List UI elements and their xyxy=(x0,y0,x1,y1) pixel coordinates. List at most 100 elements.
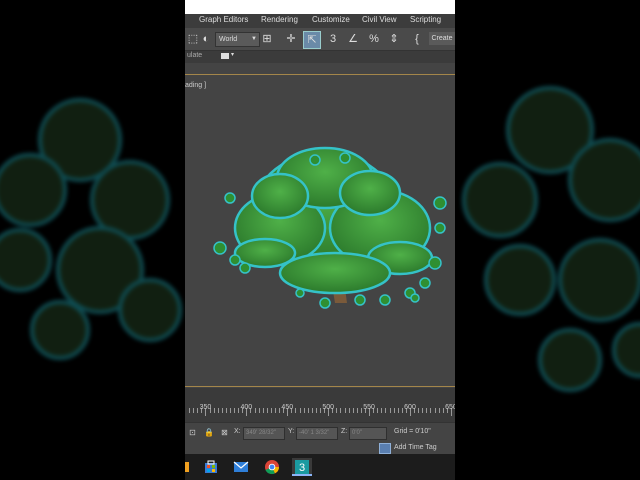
timeline-ruler[interactable]: 350 400 450 500 550 600 650 xyxy=(185,404,455,418)
x-label: X: xyxy=(234,428,241,435)
timeline-tick-label: 550 xyxy=(363,404,375,411)
timeline-tick xyxy=(254,408,256,413)
timeline-tick xyxy=(320,408,321,413)
timeline-tick xyxy=(295,408,297,413)
chevron-down-icon: ▼ xyxy=(251,36,257,42)
timeline-tick xyxy=(189,408,191,413)
y-label: Y: xyxy=(288,428,295,435)
background-blur-right xyxy=(462,86,640,392)
timeline-tick xyxy=(230,408,231,413)
timeline-tick xyxy=(348,408,350,413)
main-toolbar: ⬚ ◐ World ▼ ⊞ ✛ ⇱ 3 ∠ % ⇕ { Create xyxy=(185,28,455,51)
menu-scripting[interactable]: Scripting xyxy=(410,15,441,24)
timeline-tick xyxy=(418,408,420,413)
svg-text:3: 3 xyxy=(299,462,305,474)
absolute-mode-icon[interactable]: ⊠ xyxy=(220,428,229,437)
ribbon-chevron-icon[interactable]: ▾ xyxy=(231,51,234,58)
coord-system-value: World xyxy=(219,36,238,43)
select-manipulate-icon[interactable]: ⇱ xyxy=(303,31,321,49)
3dsmax-icon[interactable]: 3 xyxy=(292,458,312,476)
timeline-tick xyxy=(299,408,301,413)
timeline-tick xyxy=(221,408,223,413)
timeline-tick xyxy=(385,408,387,413)
y-coordinate-field[interactable]: -40' 1 3/32" xyxy=(296,427,338,440)
timeline-tick xyxy=(270,408,272,413)
timeline-tick-label: 350 xyxy=(199,404,212,411)
time-tag-icon[interactable] xyxy=(379,443,391,454)
timeline-tick xyxy=(352,408,354,413)
menu-graph-editors[interactable]: Graph Editors xyxy=(199,15,248,24)
select-object-icon[interactable]: ◐ xyxy=(198,31,214,47)
ribbon-label: ulate xyxy=(187,52,203,59)
timeline-tick-label: 450 xyxy=(281,404,294,411)
timeline-tick xyxy=(442,408,444,413)
timeline-tick xyxy=(238,408,240,413)
timeline-tick xyxy=(262,408,264,413)
menu-rendering[interactable]: Rendering xyxy=(261,15,298,24)
timeline-tick xyxy=(315,408,317,413)
timeline-tick xyxy=(393,408,395,413)
angle-snap-icon[interactable]: ∠ xyxy=(345,31,361,47)
store-icon[interactable] xyxy=(203,459,219,475)
perspective-viewport[interactable]: ading ] xyxy=(185,78,455,386)
timeline-tick xyxy=(217,408,219,413)
ribbon-toggle-icon[interactable] xyxy=(221,53,229,59)
timeline-tick xyxy=(381,408,383,413)
timeline-tick xyxy=(311,408,313,413)
mail-icon[interactable] xyxy=(233,459,249,475)
add-time-tag-button[interactable]: Add Time Tag xyxy=(394,444,437,451)
move-icon[interactable]: ✛ xyxy=(283,31,299,47)
timeline-tick-label: 500 xyxy=(322,404,335,411)
lock-icon[interactable]: 🔒 xyxy=(204,428,214,437)
timeline-tick xyxy=(377,408,379,413)
timeline-tick xyxy=(303,408,305,413)
timeline-tick xyxy=(258,408,260,413)
snap-toggle-icon[interactable]: 3 xyxy=(325,31,341,47)
percent-snap-icon[interactable]: % xyxy=(366,31,382,47)
menu-bar: Graph Editors Rendering Customize Civil … xyxy=(185,0,455,28)
timeline-tick xyxy=(356,408,358,413)
windows-taskbar: 3 xyxy=(185,454,455,480)
background-blur-left xyxy=(0,98,182,360)
timeline-tick xyxy=(275,408,276,413)
timeline-tick xyxy=(401,408,403,413)
status-bar: ⊡ 🔒 ⊠ X: 349' 28/32" Y: -40' 1 3/32" Z: … xyxy=(185,422,455,455)
pivot-center-icon[interactable]: ⊞ xyxy=(259,31,275,47)
z-label: Z: xyxy=(341,428,348,435)
timeline-tick-label: 650 xyxy=(445,404,455,411)
create-selection-set-button[interactable]: Create xyxy=(429,32,455,45)
timeline-tick xyxy=(225,408,227,413)
menu-civil-view[interactable]: Civil View xyxy=(362,15,397,24)
timeline-tick xyxy=(307,408,309,413)
tree-model[interactable] xyxy=(185,78,455,386)
spinner-snap-icon[interactable]: ⇕ xyxy=(386,31,402,47)
grid-size-label: Grid = 0'10" xyxy=(394,428,431,435)
timeline-tick xyxy=(430,408,432,413)
timeline-tick xyxy=(344,408,346,413)
z-coordinate-field[interactable]: 0'0" xyxy=(349,427,387,440)
timeline-tick xyxy=(426,408,428,413)
trackbar[interactable]: 350 400 450 500 550 600 650 xyxy=(185,388,455,422)
timeline-tick xyxy=(193,408,195,413)
timeline-tick xyxy=(266,408,268,413)
edit-named-selection-icon[interactable]: { xyxy=(409,31,425,47)
timeline-tick-label: 600 xyxy=(404,404,416,411)
timeline-tick xyxy=(197,408,199,413)
app-window: Graph Editors Rendering Customize Civil … xyxy=(185,0,455,480)
taskbar-edge-icon[interactable] xyxy=(185,459,189,475)
x-coordinate-field[interactable]: 349' 28/32" xyxy=(243,427,285,440)
menu-customize[interactable]: Customize xyxy=(312,15,350,24)
timeline-tick-label: 400 xyxy=(240,404,253,411)
coord-system-dropdown[interactable]: World ▼ xyxy=(215,32,260,47)
timeline-tick xyxy=(340,408,342,413)
ribbon-bar: ulate ▾ xyxy=(185,51,455,63)
timeline-tick xyxy=(397,408,399,413)
selection-lock-icon[interactable]: ⊡ xyxy=(188,428,197,437)
timeline-tick xyxy=(234,408,236,413)
timeline-tick xyxy=(438,408,440,413)
tree-canopy xyxy=(213,146,447,309)
chrome-icon[interactable] xyxy=(264,459,280,475)
timeline-tick xyxy=(389,408,391,413)
timeline-tick xyxy=(434,408,436,413)
timeline-tick xyxy=(422,408,424,413)
